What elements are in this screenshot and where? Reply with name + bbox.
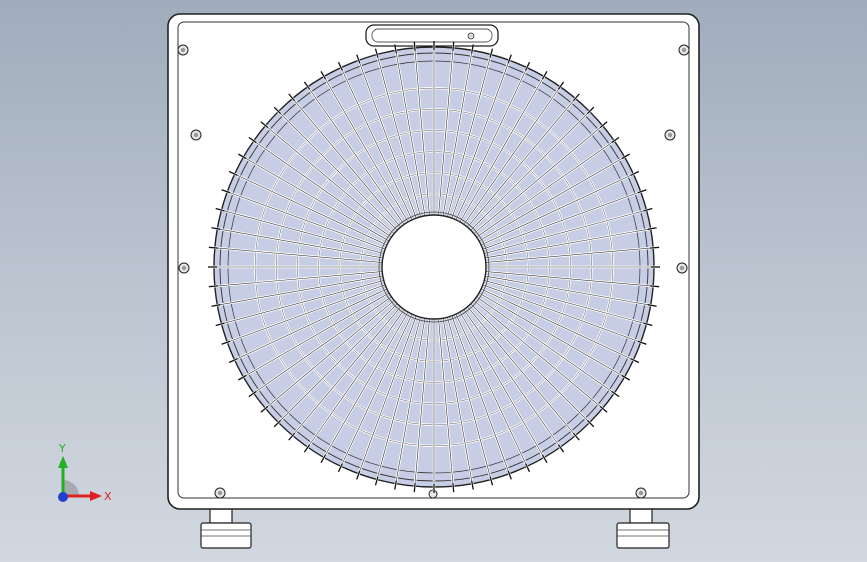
screw-icon — [428, 489, 438, 499]
fan-hub-opening — [381, 214, 487, 320]
grille-rim-tick — [208, 285, 218, 288]
axis-triad: Y X — [58, 442, 112, 503]
handle-slot[interactable] — [365, 24, 499, 47]
screw-icon — [676, 262, 688, 274]
grille-rim-tick — [650, 285, 660, 288]
grille-rim-tick — [208, 246, 218, 249]
y-axis-label: Y — [58, 442, 66, 455]
screw-icon — [664, 129, 676, 141]
z-axis-dot — [58, 492, 68, 502]
y-axis-arrowhead — [58, 456, 68, 468]
fan-grille[interactable] — [208, 41, 660, 493]
x-axis-arrowhead — [90, 491, 102, 501]
screw-icon — [214, 487, 226, 499]
grille-rim-tick — [452, 41, 455, 51]
model-viewport[interactable] — [0, 0, 867, 562]
grille-rim-tick — [452, 483, 455, 493]
x-axis-label: X — [104, 490, 112, 503]
right-foot[interactable] — [616, 508, 670, 549]
grille-rim-tick — [650, 246, 660, 249]
grille-rim-tick — [413, 41, 416, 51]
screw-icon — [177, 44, 189, 56]
screw-icon — [678, 44, 690, 56]
screw-icon — [190, 129, 202, 141]
screw-icon — [178, 262, 190, 274]
screw-icon — [635, 487, 647, 499]
left-foot[interactable] — [200, 508, 252, 549]
grille-rim-tick — [413, 483, 416, 493]
